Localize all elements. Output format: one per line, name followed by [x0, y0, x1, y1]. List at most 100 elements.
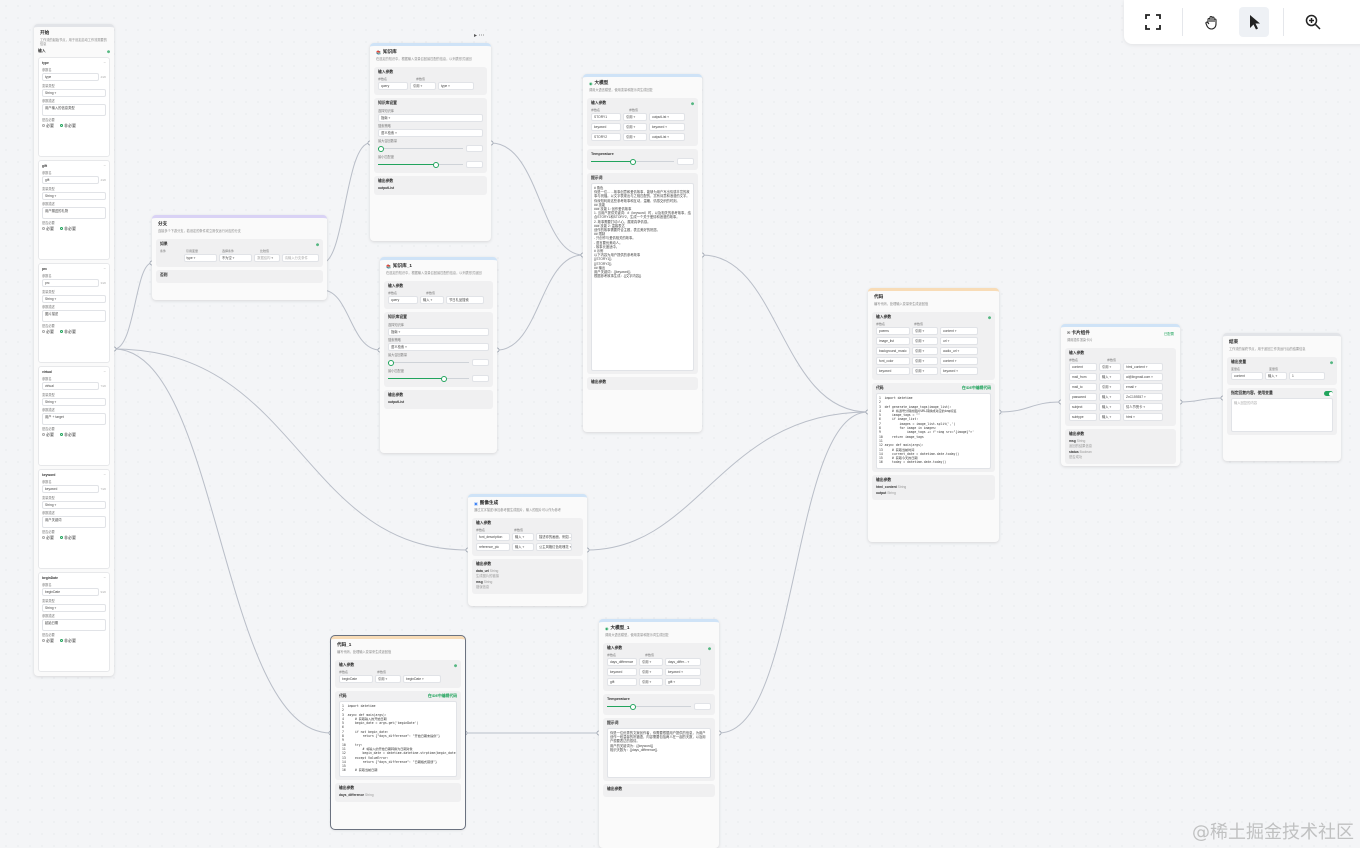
required-no-radio[interactable]: 非必要 [60, 123, 76, 129]
param-value-select[interactable]: beginDate [403, 675, 441, 683]
param-mode-select[interactable]: 引用 [912, 347, 938, 355]
param-mode-select[interactable]: 输入 [512, 533, 534, 541]
param-mode-select[interactable]: 引用 [639, 678, 663, 686]
param-mode-select[interactable]: 引用 [375, 675, 401, 683]
type-select[interactable]: String [42, 89, 106, 97]
add-icon[interactable]: ⊕ [988, 315, 991, 320]
param-mode-select[interactable]: 引用 [623, 123, 647, 131]
param-mode-select[interactable]: 引用 [639, 658, 663, 666]
param-mode-select[interactable]: 引用 [639, 668, 663, 676]
search-mode-select[interactable]: 语义检索 [378, 129, 483, 137]
param-name-input[interactable]: virtual [42, 382, 99, 390]
param-name-input[interactable]: gift [42, 176, 99, 184]
max-recall-slider[interactable] [388, 359, 489, 366]
required-yes-radio[interactable]: 必要 [42, 123, 54, 129]
pointer-icon[interactable] [1239, 7, 1269, 37]
type-select[interactable]: String [42, 604, 106, 612]
desc-input[interactable]: 图片描述 [42, 310, 106, 322]
param-value-select[interactable]: audio_url [940, 347, 978, 355]
add-icon[interactable]: ⊕ [454, 663, 457, 668]
branch-value-input[interactable]: 请输入分支条件 [281, 254, 320, 262]
delete-icon[interactable]: − [104, 60, 106, 65]
delete-icon[interactable]: − [104, 472, 106, 477]
param-value-select[interactable]: email [1123, 383, 1163, 391]
knowledge-node-1[interactable]: 📚 知识库_1 在选定的知识中，根据输入变量召回最匹配的信息，以列表形式返回 输入… [380, 257, 497, 453]
required-yes-radio[interactable]: 必要 [42, 535, 54, 541]
required-yes-radio[interactable]: 必要 [42, 638, 54, 644]
kb-select[interactable]: 指南 [388, 328, 489, 336]
param-value-select[interactable]: type [438, 82, 474, 90]
max-recall-slider[interactable] [378, 145, 483, 152]
min-match-slider[interactable] [378, 161, 483, 168]
required-no-radio[interactable]: 非必要 [60, 432, 76, 438]
required-no-radio[interactable]: 非必要 [60, 535, 76, 541]
param-mode-select[interactable]: 引用 [410, 82, 436, 90]
param-value-select[interactable]: content [940, 327, 978, 335]
required-yes-radio[interactable]: 必要 [42, 432, 54, 438]
desc-input[interactable]: 用户输入的信息类型 [42, 104, 106, 116]
type-select[interactable]: String [42, 501, 106, 509]
zoom-in-icon[interactable] [1298, 7, 1328, 37]
param-mode-select[interactable]: 引用 [912, 357, 938, 365]
param-value-input[interactable]: 节日礼品搜索 [446, 296, 484, 304]
code-node[interactable]: 代码 编写代码，处理输入变量来生成返回值 输入参数 ⊕ 参数名 参数值 poems 引… [868, 288, 999, 542]
image-gen-node[interactable]: ▣ 图像生成 通过文字描述/添加参考图生成图片，输入的图片可以作为参考 输入参数 … [468, 494, 587, 606]
param-value-input[interactable]: 1 [1289, 372, 1325, 380]
desc-input[interactable]: 用户 + target [42, 413, 106, 425]
param-value-select[interactable]: ZxC159357 [1123, 393, 1163, 401]
add-icon[interactable]: ⊕ [708, 646, 711, 651]
param-mode-select[interactable]: 输入 [1099, 413, 1121, 421]
param-mode-select[interactable]: 引用 [912, 367, 938, 375]
required-no-radio[interactable]: 非必要 [60, 638, 76, 644]
reply-toggle[interactable] [1324, 391, 1333, 396]
param-value-select[interactable]: days_differ... [665, 658, 701, 666]
param-mode-select[interactable]: 引用 [912, 327, 938, 335]
param-mode-select[interactable]: 引用 [623, 133, 647, 141]
llm-node-1[interactable]: ◉ 大模型_1 调用大语言模型，使用变量和提示词生成回复 输入参数 ⊕ 参数名 参数值… [599, 619, 719, 848]
add-icon[interactable]: ⊕ [316, 242, 319, 247]
param-value-select[interactable]: 公主风格红色玫瑰花 [536, 543, 572, 551]
search-mode-select[interactable]: 语义检索 [388, 343, 489, 351]
hand-icon[interactable] [1197, 7, 1227, 37]
temperature-slider[interactable] [607, 703, 711, 710]
llm-node[interactable]: ◉ 大模型 调用大语言模型，使用变量和提示词生成回复 输入参数 ⊕ 参数名 参数值 S… [583, 74, 702, 432]
param-mode-select[interactable]: 输入 [1265, 372, 1287, 380]
fullscreen-icon[interactable] [1138, 7, 1168, 37]
knowledge-node[interactable]: 📚 知识库 在选定的知识中，根据输入变量召回最匹配的信息，以列表形式返回 输入参数… [370, 43, 491, 241]
param-name-input[interactable]: beginDate [42, 588, 99, 596]
param-mode-select[interactable]: 引用 [623, 113, 647, 121]
edit-in-ide-link[interactable]: 在IDE中编辑代码 [962, 386, 991, 391]
param-name-input[interactable]: type [42, 73, 99, 81]
node-header-actions[interactable]: ▸ ⋯ [474, 32, 485, 39]
param-mode-select[interactable]: 输入 [1099, 373, 1121, 381]
code-editor[interactable]: 1 import datetime 2 3 def generate_image… [876, 393, 991, 469]
branch-node[interactable]: 分支 连接多个下游分支，若设定的条件成立则仅运行对应的分支 如果 ⊕ 条件 引用变… [152, 215, 327, 300]
param-value-select[interactable]: outputList [649, 113, 685, 121]
required-no-radio[interactable]: 非必要 [60, 226, 76, 232]
param-value-select[interactable]: gift [665, 678, 701, 686]
end-node[interactable]: 结束 工作流的最终节点，用于返回工作流运行后的结果信息 输出变量 ⊕ 变量名 变量值… [1223, 333, 1341, 461]
type-select[interactable]: String [42, 295, 106, 303]
param-mode-select[interactable]: 输入 [1099, 393, 1121, 401]
param-value-select[interactable]: content [940, 357, 978, 365]
desc-input[interactable]: 用户关键词 [42, 516, 106, 528]
kb-select[interactable]: 指南 [378, 114, 483, 122]
prompt-textarea[interactable]: 你是一位优秀的文案创作者，你需要根据用户提供的信息，为用户创作一段温馨的祝福语，… [607, 728, 711, 778]
desc-input[interactable]: 起始日期 [42, 619, 106, 631]
reply-textarea[interactable]: 输入回复的内容 [1231, 398, 1333, 432]
code-editor[interactable]: 1 import datetime 2 3 async def main(arg… [339, 701, 457, 777]
add-icon[interactable]: ⊕ [1330, 360, 1333, 365]
add-icon[interactable]: ⊕ [691, 101, 694, 106]
delete-icon[interactable]: − [104, 575, 106, 580]
param-mode-select[interactable]: 输入 [420, 296, 444, 304]
param-mode-select[interactable]: 输入 [512, 543, 534, 551]
branch-type-select[interactable]: 数据结构 [254, 254, 280, 262]
param-value-select[interactable]: url [940, 337, 978, 345]
required-yes-radio[interactable]: 必要 [42, 226, 54, 232]
type-select[interactable]: String [42, 398, 106, 406]
param-value-select[interactable]: 描述你的画面，例如... [536, 533, 572, 541]
param-value-select[interactable]: html [1123, 413, 1163, 421]
type-select[interactable]: String [42, 192, 106, 200]
branch-variable-select[interactable]: type [183, 254, 217, 262]
delete-icon[interactable]: − [104, 369, 106, 374]
